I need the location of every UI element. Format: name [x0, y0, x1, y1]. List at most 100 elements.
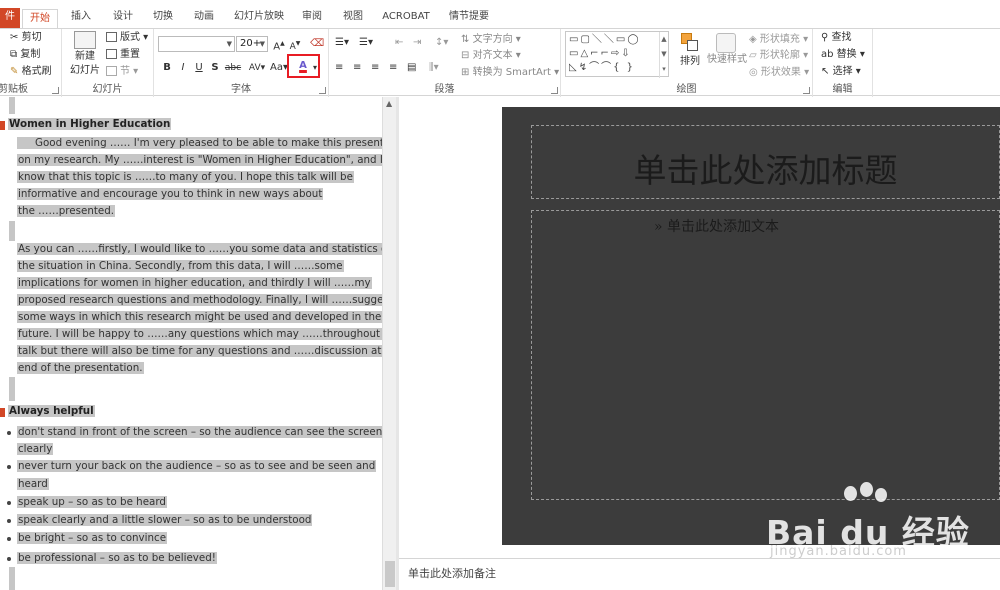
arrange-button[interactable]: 排列	[677, 33, 703, 69]
bullets-button[interactable]: ☰▾	[335, 36, 349, 50]
underline-button[interactable]: U	[192, 61, 206, 75]
slide-canvas[interactable]: 单击此处添加标题 » 单击此处添加文本	[502, 107, 1000, 545]
paragraph-launcher-icon[interactable]	[551, 87, 558, 94]
distribute-button[interactable]: ▤	[407, 61, 416, 75]
outline-line[interactable]: the situation in China. Secondly, from t…	[17, 258, 344, 275]
shadow-button[interactable]: S	[208, 61, 222, 75]
tab-transitions[interactable]: 切换	[148, 8, 178, 28]
clear-formatting-icon[interactable]: ⌫	[310, 37, 324, 51]
align-center-icon: ≡	[353, 62, 362, 73]
shape-fill-button[interactable]: ◈ 形状填充 ▾	[749, 33, 808, 47]
tab-acrobat[interactable]: ACROBAT	[380, 8, 432, 28]
bullet-icon	[7, 519, 11, 523]
find-button[interactable]: ⚲ 查找	[821, 31, 852, 45]
group-drawing: ▭▢＼＼▭◯ ▭△⌐⌐⇨⇩ ◺↯⌒⌒{ } ▲ ▼ ▾ 排列 快速样式 ◈ 形状填充 ▾…	[561, 29, 813, 97]
paw-icon	[875, 488, 887, 502]
outline-line[interactable]: speak up – so as to be heard	[17, 494, 167, 511]
increase-indent-button[interactable]: ⇥	[413, 36, 421, 50]
scissors-icon: ✂	[10, 32, 19, 43]
align-text-button[interactable]: ⊟ 对齐文本 ▾	[461, 49, 521, 63]
bullet-icon	[7, 465, 11, 469]
outline-slide-title[interactable]: Women in Higher Education	[8, 116, 172, 133]
copy-button[interactable]: ⧉ 复制	[10, 48, 40, 62]
tab-design[interactable]: 设计	[108, 8, 138, 28]
body-placeholder[interactable]: » 单击此处添加文本	[531, 210, 1000, 500]
outline-pane[interactable]: Women in Higher Education Good evening ……	[0, 97, 382, 590]
outline-line[interactable]: know that this topic is ……to many of you…	[17, 169, 354, 186]
decrease-indent-button[interactable]: ⇤	[395, 36, 403, 50]
outline-slide-title[interactable]: Always helpful	[8, 403, 95, 420]
align-left-button[interactable]: ≡	[335, 61, 343, 75]
title-placeholder[interactable]: 单击此处添加标题	[531, 125, 1000, 199]
outline-line[interactable]: clearly	[17, 441, 54, 458]
tab-home[interactable]: 开始	[22, 9, 58, 29]
select-button[interactable]: ↖ 选择 ▾	[821, 65, 861, 79]
replace-button[interactable]: ab 替换 ▾	[821, 48, 865, 62]
new-slide-button[interactable]: 新建 幻灯片	[70, 31, 100, 78]
shape-outline-button[interactable]: ▱ 形状轮廓 ▾	[749, 49, 808, 63]
tab-view[interactable]: 视图	[338, 8, 368, 28]
font-launcher-icon[interactable]	[319, 87, 326, 94]
replace-icon: ab	[821, 49, 834, 60]
cut-button[interactable]: ✂ 剪切	[10, 31, 42, 45]
outline-line[interactable]: on my research. My ……interest is "Women …	[17, 152, 382, 169]
font-name-combo[interactable]: ▼	[158, 36, 235, 52]
outline-line[interactable]: heard	[17, 476, 49, 493]
outline-line[interactable]: Good evening …… I'm very pleased to be a…	[17, 135, 382, 152]
tab-file[interactable]: 件	[0, 8, 20, 28]
italic-button[interactable]: I	[176, 61, 190, 75]
align-right-button[interactable]: ≡	[371, 61, 379, 75]
watermark-url: jingyan.baidu.com	[770, 544, 907, 559]
outline-line[interactable]: speak clearly and a little slower – so a…	[17, 512, 313, 529]
outline-line[interactable]: informative and encourage you to think i…	[17, 186, 324, 203]
smartart-button[interactable]: ⊞ 转换为 SmartArt ▾	[461, 66, 559, 80]
tab-slideshow[interactable]: 幻灯片放映	[231, 8, 287, 28]
shapes-gallery[interactable]: ▭▢＼＼▭◯ ▭△⌐⌐⇨⇩ ◺↯⌒⌒{ } ▲ ▼ ▾	[565, 31, 669, 78]
selection-bar	[9, 377, 15, 401]
section-button[interactable]: 节 ▾	[106, 65, 138, 79]
numbering-button[interactable]: ☰▾	[359, 36, 373, 50]
scroll-up-icon[interactable]: ▲	[386, 99, 392, 108]
outline-line[interactable]: be professional – so as to be believed!	[17, 550, 217, 567]
tab-insert[interactable]: 插入	[66, 8, 96, 28]
outline-line[interactable]: be bright – so as to convince	[17, 530, 168, 547]
clipboard-launcher-icon[interactable]	[52, 87, 59, 94]
outline-scrollbar[interactable]: ▲	[382, 97, 396, 590]
change-case-button[interactable]: Aa▾	[270, 61, 288, 75]
format-painter-button[interactable]: ✎ 格式刷	[10, 65, 52, 79]
layout-button[interactable]: 版式 ▾	[106, 31, 148, 45]
outline-line[interactable]: implications for women in higher educati…	[17, 275, 372, 292]
gallery-scroll-icon[interactable]: ▲ ▼ ▾	[659, 32, 668, 78]
outline-line[interactable]: talk but there will also be time for any…	[17, 343, 382, 360]
grow-font-button[interactable]: A▲	[272, 37, 286, 54]
outline-line[interactable]: proposed research questions and methodol…	[17, 292, 382, 309]
brush-icon: ✎	[10, 66, 19, 77]
line-spacing-button[interactable]: ↕▾	[435, 36, 448, 50]
char-spacing-button[interactable]: AV▾	[246, 61, 268, 75]
align-center-button[interactable]: ≡	[353, 61, 361, 75]
editing-label: 编辑	[832, 84, 853, 95]
outline-line[interactable]: never turn your back on the audience – s…	[17, 458, 377, 475]
scroll-thumb[interactable]	[385, 561, 395, 587]
outline-line[interactable]: future. I will be happy to ……any questio…	[17, 326, 382, 343]
tab-review[interactable]: 审阅	[297, 8, 327, 28]
drawing-launcher-icon[interactable]	[803, 87, 810, 94]
tab-animations[interactable]: 动画	[189, 8, 219, 28]
outline-line[interactable]: the ……presented.	[17, 203, 116, 220]
outline-line[interactable]: some ways in which this research might b…	[17, 309, 382, 326]
tab-storyboard[interactable]: 情节提要	[446, 8, 492, 28]
text-direction-button[interactable]: ⇅ 文字方向 ▾	[461, 33, 521, 47]
reset-button[interactable]: 重置	[106, 48, 140, 62]
font-size-combo[interactable]: 20+ ▼	[236, 36, 268, 52]
columns-button[interactable]: ⫼▾	[429, 61, 439, 75]
outline-line[interactable]: end of the presentation.	[17, 360, 144, 377]
strikethrough-button[interactable]: abc	[224, 61, 242, 75]
outline-line[interactable]: As you can ……firstly, I would like to ………	[17, 241, 382, 258]
quick-styles-button[interactable]: 快速样式	[707, 33, 747, 67]
bold-button[interactable]: B	[160, 61, 174, 75]
outline-line[interactable]: don't stand in front of the screen – so …	[17, 424, 382, 441]
shape-effects-button[interactable]: ◎ 形状效果 ▾	[749, 66, 809, 80]
justify-button[interactable]: ≡	[389, 61, 397, 75]
shrink-font-button[interactable]: A▼	[288, 37, 302, 54]
arrange-icon	[681, 33, 699, 55]
